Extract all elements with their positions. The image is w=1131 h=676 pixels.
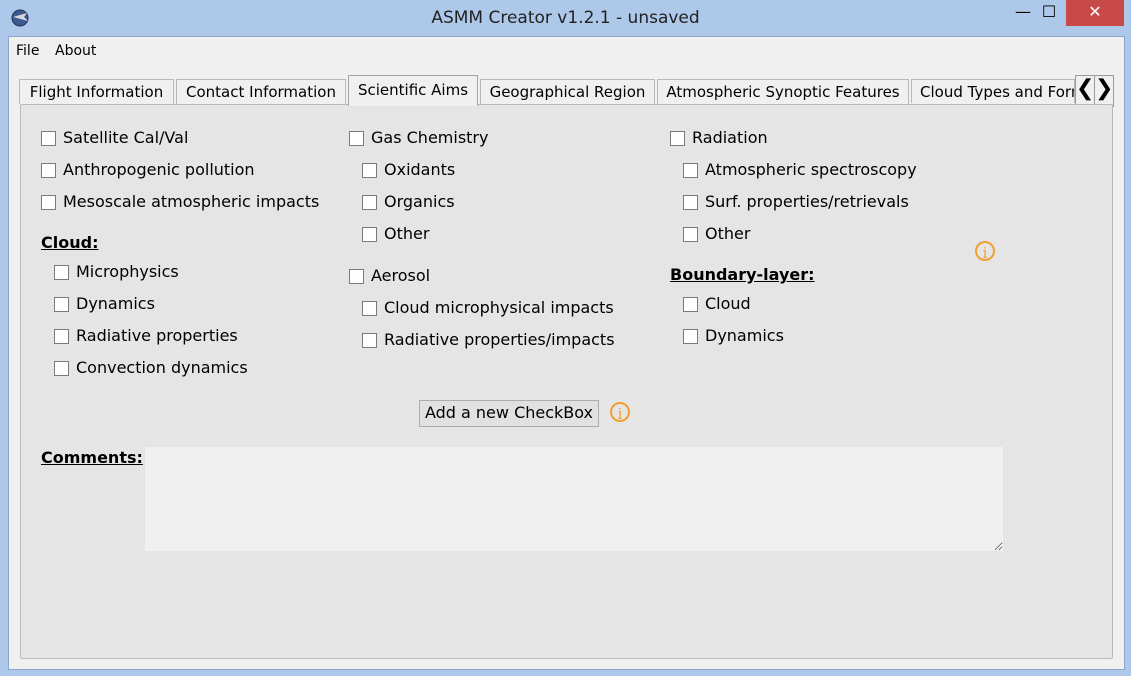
tab-atmospheric-synoptic-features[interactable]: Atmospheric Synoptic Features bbox=[657, 79, 909, 104]
add-checkbox-button[interactable]: Add a new CheckBox bbox=[419, 400, 599, 427]
cloud-heading: Cloud: bbox=[41, 233, 99, 252]
comments-label: Comments: bbox=[41, 448, 143, 467]
maximize-button[interactable]: ☐ bbox=[1032, 0, 1066, 26]
tab-scroll-left[interactable]: ❮ bbox=[1075, 75, 1095, 107]
info-icon-add[interactable]: i bbox=[610, 402, 630, 423]
info-icon[interactable]: i bbox=[975, 241, 995, 262]
boundary-layer-heading: Boundary-layer: bbox=[670, 265, 815, 284]
tab-contact-information[interactable]: Contact Information bbox=[176, 79, 346, 104]
scientific-aims-panel: Satellite Cal/Val Anthropogenic pollutio… bbox=[20, 104, 1113, 659]
tab-scroll-right[interactable]: ❯ bbox=[1094, 75, 1114, 107]
title-bar: ASMM Creator v1.2.1 - unsaved — ☐ ✕ bbox=[0, 0, 1131, 36]
tab-geographical-region[interactable]: Geographical Region bbox=[480, 79, 655, 104]
window-title: ASMM Creator v1.2.1 - unsaved bbox=[431, 8, 700, 28]
comments-field[interactable] bbox=[145, 447, 1003, 551]
main-window: File About Flight Information Contact In… bbox=[8, 36, 1125, 670]
tab-scientific-aims[interactable]: Scientific Aims bbox=[348, 75, 478, 106]
tab-cloud-types[interactable]: Cloud Types and Forms bbox=[911, 79, 1075, 103]
close-button[interactable]: ✕ bbox=[1066, 0, 1124, 26]
tab-flight-information[interactable]: Flight Information bbox=[19, 79, 174, 104]
